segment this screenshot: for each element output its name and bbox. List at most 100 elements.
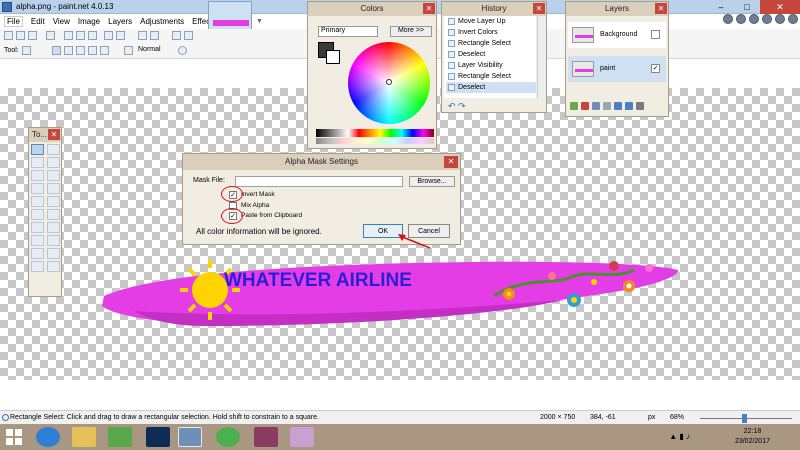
shapes-alt-tool[interactable] bbox=[47, 261, 60, 272]
color-palette[interactable] bbox=[316, 129, 434, 137]
file-explorer-icon[interactable] bbox=[72, 427, 96, 447]
shapes-tool[interactable] bbox=[31, 261, 44, 272]
paint-icon[interactable] bbox=[290, 427, 314, 447]
menu-adjustments[interactable]: Adjustments bbox=[140, 17, 184, 26]
menu-file[interactable]: File bbox=[4, 16, 23, 27]
close-icon[interactable]: ✕ bbox=[423, 3, 435, 14]
color-wheel[interactable] bbox=[348, 42, 430, 124]
close-button[interactable]: ✕ bbox=[760, 0, 800, 14]
color-palette-secondary[interactable] bbox=[316, 138, 434, 144]
menu-view[interactable]: View bbox=[53, 17, 70, 26]
color-picker-tool[interactable] bbox=[47, 222, 60, 233]
chrome-icon[interactable] bbox=[216, 427, 240, 447]
selection-replace-icon[interactable] bbox=[52, 46, 61, 55]
selection-xor-icon[interactable] bbox=[100, 46, 109, 55]
print-icon[interactable] bbox=[46, 31, 55, 40]
history-item[interactable]: Move Layer Up bbox=[446, 16, 536, 27]
move-selection-tool[interactable] bbox=[47, 157, 60, 168]
mix-alpha-checkbox[interactable]: Mix Alpha bbox=[229, 201, 349, 211]
layer-visibility-checkbox[interactable]: ✓ bbox=[651, 64, 660, 73]
paintbrush-tool[interactable] bbox=[31, 209, 44, 220]
internet-explorer-icon[interactable] bbox=[36, 427, 60, 447]
menu-edit[interactable]: Edit bbox=[31, 17, 45, 26]
layers-window-titlebar[interactable]: Layers ✕ bbox=[566, 2, 668, 16]
menu-layers[interactable]: Layers bbox=[108, 17, 132, 26]
deselect-icon[interactable] bbox=[116, 31, 125, 40]
layer-row-background[interactable]: Background bbox=[568, 22, 666, 48]
chevron-down-icon[interactable]: ▼ bbox=[256, 18, 263, 25]
move-tool[interactable] bbox=[47, 144, 60, 155]
move-down-icon[interactable] bbox=[625, 102, 633, 110]
colors-window-titlebar[interactable]: Colors ✕ bbox=[308, 2, 436, 16]
add-layer-icon[interactable] bbox=[570, 102, 578, 110]
paste-icon[interactable] bbox=[88, 31, 97, 40]
color-picker-handle[interactable] bbox=[386, 79, 392, 85]
selection-union-icon[interactable] bbox=[64, 46, 73, 55]
clock[interactable]: 22:18 23/02/2017 bbox=[735, 427, 770, 447]
close-icon[interactable]: ✕ bbox=[444, 156, 458, 168]
zoom-level[interactable]: 68% bbox=[670, 414, 684, 421]
copy-icon[interactable] bbox=[76, 31, 85, 40]
layers-toggle-icon[interactable] bbox=[749, 14, 759, 24]
redo-icon[interactable] bbox=[150, 31, 159, 40]
history-toggle-icon[interactable] bbox=[736, 14, 746, 24]
clone-stamp-tool[interactable] bbox=[31, 235, 44, 246]
line-tool[interactable] bbox=[47, 248, 60, 259]
more-colors-button[interactable]: More >> bbox=[390, 26, 432, 37]
minimize-button[interactable]: – bbox=[708, 0, 734, 14]
history-item[interactable]: Layer Visibility bbox=[446, 60, 536, 71]
lasso-tool[interactable] bbox=[31, 157, 44, 168]
undo-icon[interactable] bbox=[138, 31, 147, 40]
crop-icon[interactable] bbox=[104, 31, 113, 40]
mask-file-input[interactable] bbox=[235, 176, 403, 187]
flood-mode-icon[interactable] bbox=[124, 46, 133, 55]
tools-window-titlebar[interactable]: To... ✕ bbox=[29, 128, 61, 142]
grid-icon[interactable] bbox=[172, 31, 181, 40]
history-item[interactable]: Rectangle Select bbox=[446, 71, 536, 82]
ruler-icon[interactable] bbox=[184, 31, 193, 40]
rectangle-select-tool[interactable] bbox=[31, 144, 44, 155]
invert-mask-checkbox[interactable]: ✓ Invert Mask bbox=[229, 190, 349, 200]
cut-icon[interactable] bbox=[64, 31, 73, 40]
undo-icon[interactable]: ↶ ↷ bbox=[448, 101, 466, 112]
history-window-titlebar[interactable]: History ✕ bbox=[442, 2, 546, 16]
close-icon[interactable]: ✕ bbox=[48, 129, 60, 140]
history-scrollbar[interactable] bbox=[537, 16, 546, 98]
save-icon[interactable] bbox=[28, 31, 37, 40]
paint-bucket-tool[interactable] bbox=[31, 196, 44, 207]
system-tray[interactable]: ▲ ▮ ♪ bbox=[669, 432, 690, 441]
move-up-icon[interactable] bbox=[614, 102, 622, 110]
text-tool[interactable] bbox=[31, 248, 44, 259]
selection-intersect-icon[interactable] bbox=[88, 46, 97, 55]
app-icon[interactable] bbox=[108, 427, 132, 447]
layer-row-paint[interactable]: paint ✓ bbox=[568, 56, 666, 82]
delete-layer-icon[interactable] bbox=[581, 102, 589, 110]
close-icon[interactable]: ✕ bbox=[533, 3, 545, 14]
secondary-color-swatch[interactable] bbox=[326, 50, 340, 64]
history-item-selected[interactable]: Deselect bbox=[446, 82, 536, 93]
tools-toggle-icon[interactable] bbox=[723, 14, 733, 24]
paste-from-clipboard-checkbox[interactable]: ✓ Paste from Clipboard bbox=[229, 211, 349, 221]
antialias-icon[interactable] bbox=[178, 46, 187, 55]
browse-button[interactable]: Browse... bbox=[409, 176, 455, 187]
ellipse-select-tool[interactable] bbox=[31, 170, 44, 181]
zoom-slider-handle[interactable] bbox=[742, 414, 747, 423]
history-item[interactable]: Invert Colors bbox=[446, 27, 536, 38]
pan-tool[interactable] bbox=[47, 183, 60, 194]
new-icon[interactable] bbox=[4, 31, 13, 40]
gradient-tool[interactable] bbox=[47, 196, 60, 207]
paint-net-icon[interactable] bbox=[178, 427, 202, 447]
dialog-titlebar[interactable]: Alpha Mask Settings ✕ bbox=[183, 154, 460, 170]
open-icon[interactable] bbox=[16, 31, 25, 40]
history-item[interactable]: Rectangle Select bbox=[446, 38, 536, 49]
maximize-button[interactable]: □ bbox=[734, 0, 760, 14]
merge-layer-icon[interactable] bbox=[603, 102, 611, 110]
pencil-tool[interactable] bbox=[31, 222, 44, 233]
settings-icon[interactable] bbox=[775, 14, 785, 24]
layer-visibility-checkbox[interactable] bbox=[651, 30, 660, 39]
help-icon[interactable] bbox=[788, 14, 798, 24]
layer-properties-icon[interactable] bbox=[636, 102, 644, 110]
history-item[interactable]: Deselect bbox=[446, 49, 536, 60]
photoshop-icon[interactable] bbox=[146, 427, 170, 447]
zoom-tool[interactable] bbox=[47, 170, 60, 181]
